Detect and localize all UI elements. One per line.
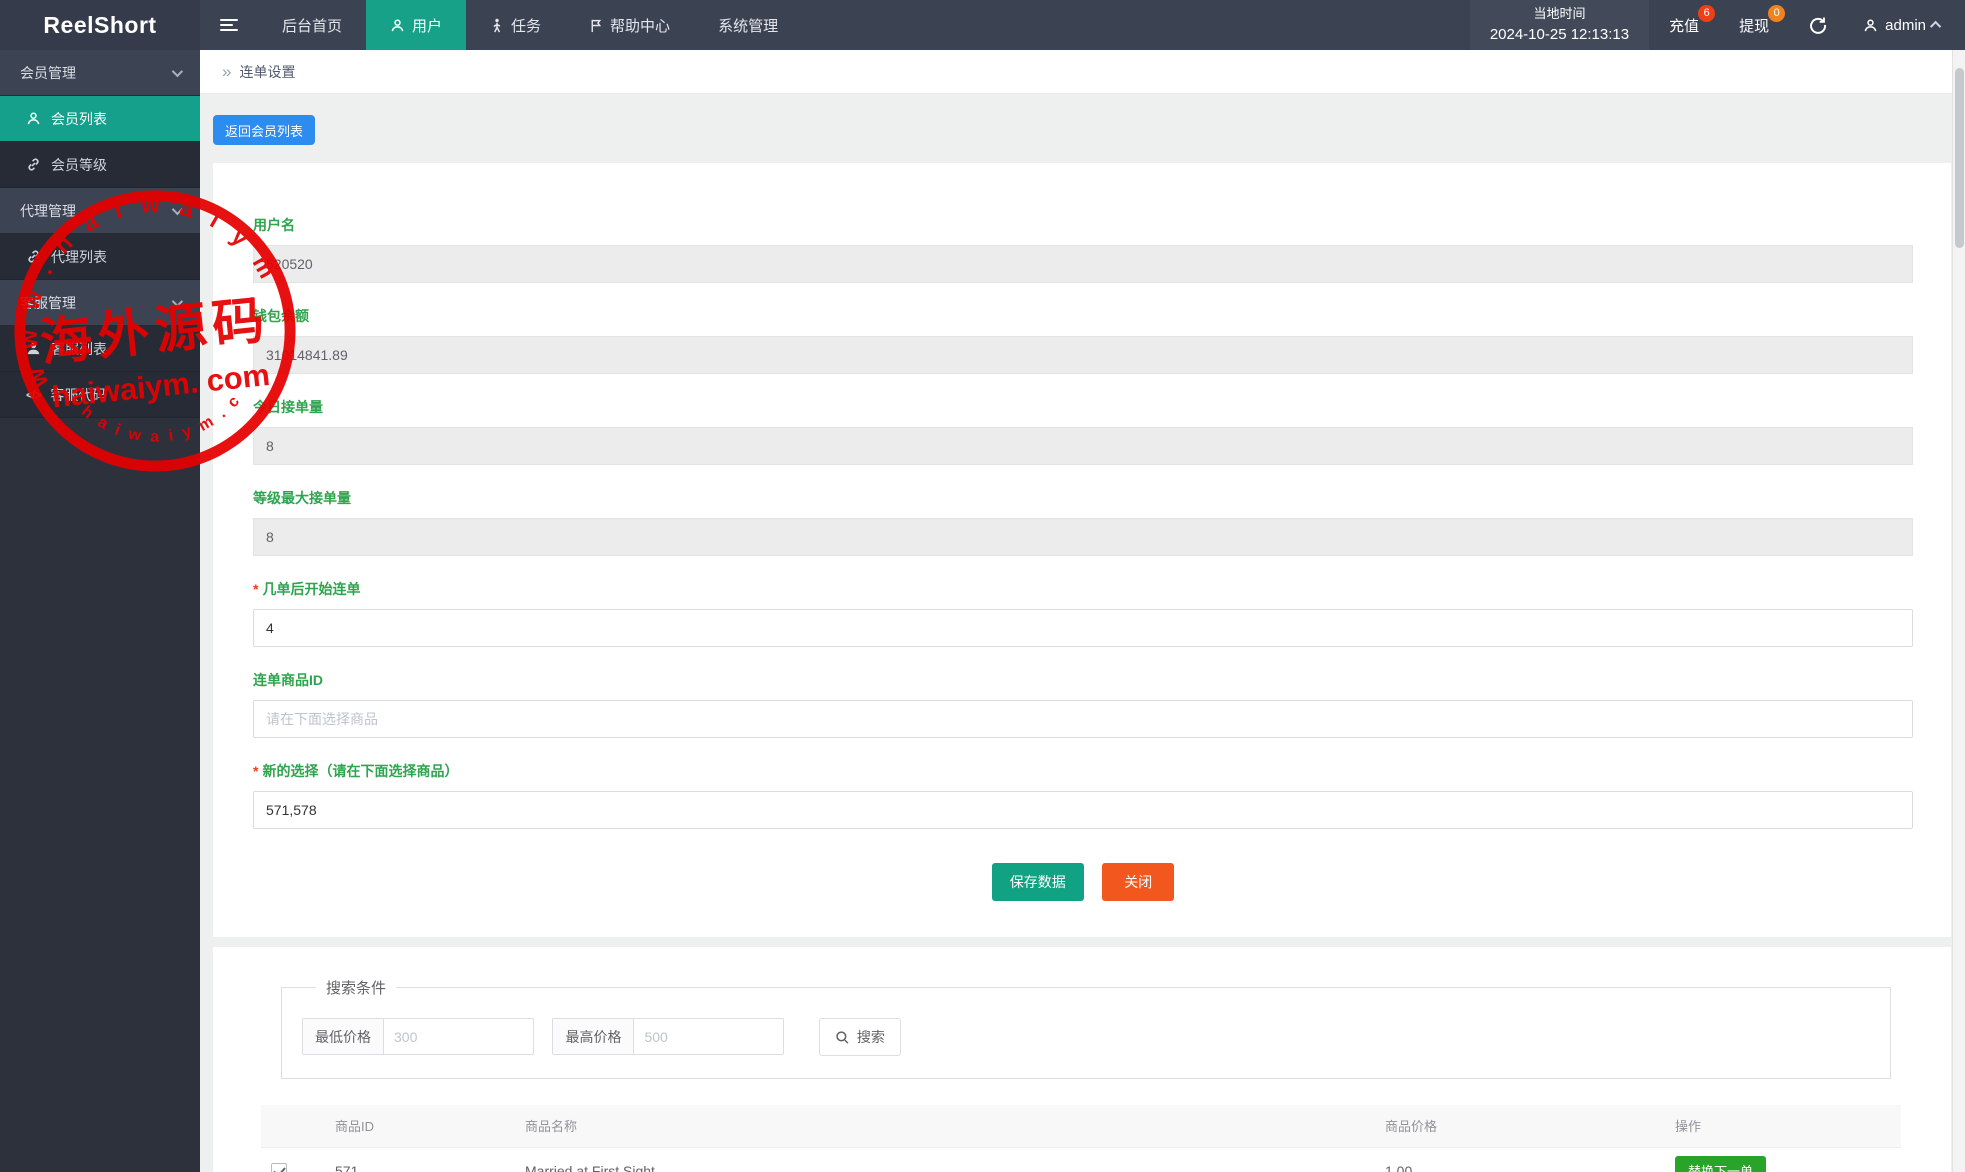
product-table: 商品ID 商品名称 商品价格 操作 571 Married at First S… [261,1105,1901,1172]
recharge-badge: 6 [1698,5,1715,22]
min-price-input[interactable] [384,1019,533,1054]
product-price: 1.00 [1375,1147,1665,1172]
col-select [261,1105,325,1147]
sidebar-group-agent-management[interactable]: 代理管理 [0,188,200,234]
new-selection-input[interactable] [253,791,1913,829]
sidebar-group-support-management[interactable]: 客服管理 [0,280,200,326]
top-menu-system[interactable]: 系统管理 [694,0,802,50]
walking-person-icon [490,18,504,33]
chevron-up-icon [1930,21,1941,32]
start-chain-after-input[interactable] [253,609,1913,647]
admin-app: ReelShort 后台首页 用户 任务 帮助中心 系统管理 [0,0,1965,1172]
scrollbar-thumb[interactable] [1955,68,1964,248]
user-icon [26,111,41,126]
chain-product-id-input[interactable] [253,700,1913,738]
local-time-value: 2024-10-25 12:13:13 [1490,24,1629,47]
search-conditions: 搜索条件 最低价格 最高价格 搜索 [281,977,1891,1079]
today-orders-input [253,427,1913,465]
sidebar-item-support-code[interactable]: </> 客服代码 [0,372,200,418]
page-scrollbar[interactable] [1952,50,1965,1172]
field-wallet-balance: 钱包余额 [253,306,1913,374]
main-content: 返回会员列表 用户名 钱包余额 今日接单量 等级最大接单量 *几单后开始连单 [200,94,1965,1172]
username-input [253,245,1913,283]
withdraw-button[interactable]: 提现 0 [1719,0,1789,50]
sidebar-group-member-management[interactable]: 会员管理 [0,50,200,96]
flag-icon [589,18,603,33]
user-solid-icon [26,341,41,356]
refresh-button[interactable] [1789,0,1847,50]
account-menu[interactable]: admin [1847,0,1965,50]
required-asterisk: * [253,581,258,597]
product-name: Married at First Sight [515,1147,1375,1172]
withdraw-badge: 0 [1768,5,1785,22]
product-list-section: 搜索条件 最低价格 最高价格 搜索 [213,947,1951,1172]
chevron-down-icon [172,65,183,76]
breadcrumb: » 连单设置 [200,50,1965,94]
row-checkbox[interactable] [271,1163,287,1172]
user-icon [1863,18,1878,33]
top-menu-dashboard[interactable]: 后台首页 [258,0,366,50]
max-price-label: 最高价格 [553,1019,634,1054]
field-level-max-orders: 等级最大接单量 [253,488,1913,556]
min-price-group: 最低价格 [302,1018,534,1055]
sidebar-item-support-list[interactable]: 客服列表 [0,326,200,372]
field-new-selection: *新的选择（请在下面选择商品） [253,761,1913,829]
sidebar-toggle-button[interactable] [200,0,258,50]
top-menu-help-center[interactable]: 帮助中心 [565,0,694,50]
save-data-button[interactable]: 保存数据 [992,863,1084,901]
link-icon [26,249,41,264]
level-max-orders-input [253,518,1913,556]
sidebar-item-member-level[interactable]: 会员等级 [0,142,200,188]
chevron-down-icon [172,295,183,306]
recharge-button[interactable]: 充值 6 [1649,0,1719,50]
field-username: 用户名 [253,215,1913,283]
col-product-id: 商品ID [325,1105,515,1147]
refresh-icon [1809,16,1827,34]
link-icon [26,157,41,172]
col-actions: 操作 [1665,1105,1901,1147]
replace-next-order-button[interactable]: 替换下一单 [1675,1156,1766,1172]
col-product-name: 商品名称 [515,1105,1375,1147]
topbar-right: 当地时间 2024-10-25 12:13:13 充值 6 提现 0 admin [1470,0,1965,50]
product-id: 571 [325,1147,515,1172]
local-time: 当地时间 2024-10-25 12:13:13 [1470,0,1649,50]
sidebar-item-agent-list[interactable]: 代理列表 [0,234,200,280]
search-icon [835,1030,850,1045]
wallet-balance-input [253,336,1913,374]
sidebar: 会员管理 会员列表 会员等级 代理管理 代理列表 客服管理 客服列表 </> [0,50,200,1172]
chain-order-settings-form: 用户名 钱包余额 今日接单量 等级最大接单量 *几单后开始连单 连单商品ID [213,163,1951,937]
table-row: 571 Married at First Sight 1.00 替换下一单 [261,1147,1901,1172]
search-button[interactable]: 搜索 [819,1018,901,1056]
app-logo: ReelShort [0,0,200,50]
required-asterisk: * [253,763,258,779]
code-icon: </> [26,388,40,402]
max-price-group: 最高价格 [552,1018,784,1055]
field-today-orders: 今日接单量 [253,397,1913,465]
table-header-row: 商品ID 商品名称 商品价格 操作 [261,1105,1901,1147]
page-title: 连单设置 [239,62,295,82]
field-chain-product-id: 连单商品ID [253,670,1913,738]
form-buttons: 保存数据 关闭 [253,863,1913,901]
breadcrumb-icon: » [222,62,231,82]
top-menu: 后台首页 用户 任务 帮助中心 系统管理 [258,0,802,50]
user-icon [390,18,405,33]
top-menu-users[interactable]: 用户 [366,0,466,50]
account-name: admin [1885,17,1926,34]
min-price-label: 最低价格 [303,1019,384,1054]
toolbar: 返回会员列表 [200,94,1965,163]
close-button[interactable]: 关闭 [1102,863,1174,901]
chevron-down-icon [172,203,183,214]
topbar: ReelShort 后台首页 用户 任务 帮助中心 系统管理 [0,0,1965,50]
field-start-chain-after: *几单后开始连单 [253,579,1913,647]
sidebar-item-member-list[interactable]: 会员列表 [0,96,200,142]
search-legend: 搜索条件 [316,977,396,998]
back-to-member-list-button[interactable]: 返回会员列表 [213,115,315,145]
col-product-price: 商品价格 [1375,1105,1665,1147]
top-menu-tasks[interactable]: 任务 [466,0,565,50]
local-time-label: 当地时间 [1533,4,1585,24]
max-price-input[interactable] [634,1019,783,1054]
hamburger-icon [220,16,238,34]
